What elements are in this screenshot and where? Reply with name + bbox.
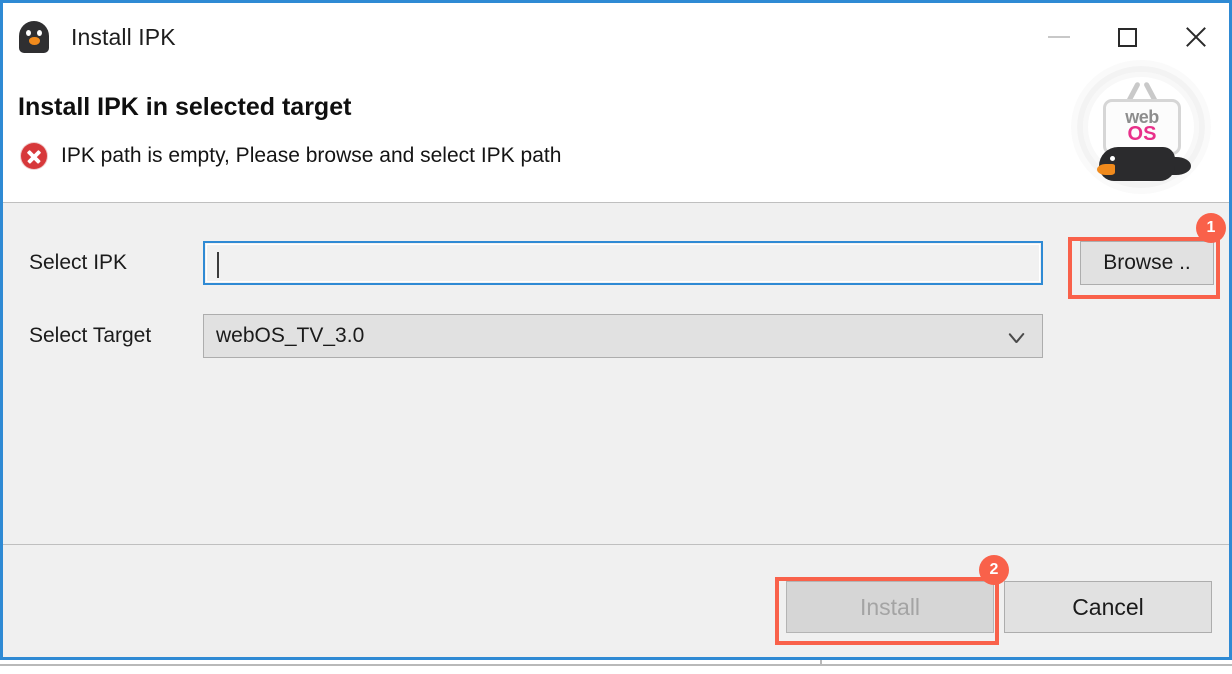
status-message-row: IPK path is empty, Please browse and sel… [21,143,561,169]
maximize-icon [1117,27,1137,47]
status-message: IPK path is empty, Please browse and sel… [61,144,562,167]
logo-penguin-icon [1097,143,1191,183]
ipk-input[interactable] [203,241,1043,285]
install-button[interactable]: Install [786,581,994,633]
penguin-icon [17,19,51,55]
form-area: Select IPK Select Target webOS_TV_3.0 Br… [3,203,1229,545]
annotation-badge-1: 1 [1196,213,1226,243]
webos-logo: web OS [1077,65,1205,195]
banner-heading: Install IPK in selected target [18,93,352,121]
maximize-button[interactable] [1093,3,1161,71]
minimize-icon [1048,36,1070,38]
close-icon [1183,25,1207,49]
window-title: Install IPK [71,23,176,50]
chevron-down-icon [1009,330,1024,345]
logo-os-text: OS [1127,123,1157,145]
window-bottom-strip [0,660,1232,674]
install-ipk-dialog: Install IPK Install IPK in selected targ… [0,0,1232,660]
ipk-label: Select IPK [29,251,128,274]
title-bar: Install IPK [3,3,1229,71]
target-select[interactable]: webOS_TV_3.0 [203,314,1043,358]
text-caret [217,252,219,278]
target-select-value: webOS_TV_3.0 [216,324,365,347]
minimize-button[interactable] [1025,3,1093,71]
browse-button[interactable]: Browse .. [1080,241,1214,285]
annotation-badge-2: 2 [979,555,1009,585]
target-field-row: Select Target webOS_TV_3.0 [3,313,1229,359]
window-controls [1025,3,1229,71]
dialog-banner: Install IPK in selected target IPK path … [3,65,1229,203]
dialog-footer: Install Cancel [3,545,1229,657]
ipk-field-row: Select IPK [3,240,1229,286]
target-label: Select Target [29,324,152,347]
close-button[interactable] [1161,3,1229,71]
error-icon [21,143,47,169]
cancel-button[interactable]: Cancel [1004,581,1212,633]
